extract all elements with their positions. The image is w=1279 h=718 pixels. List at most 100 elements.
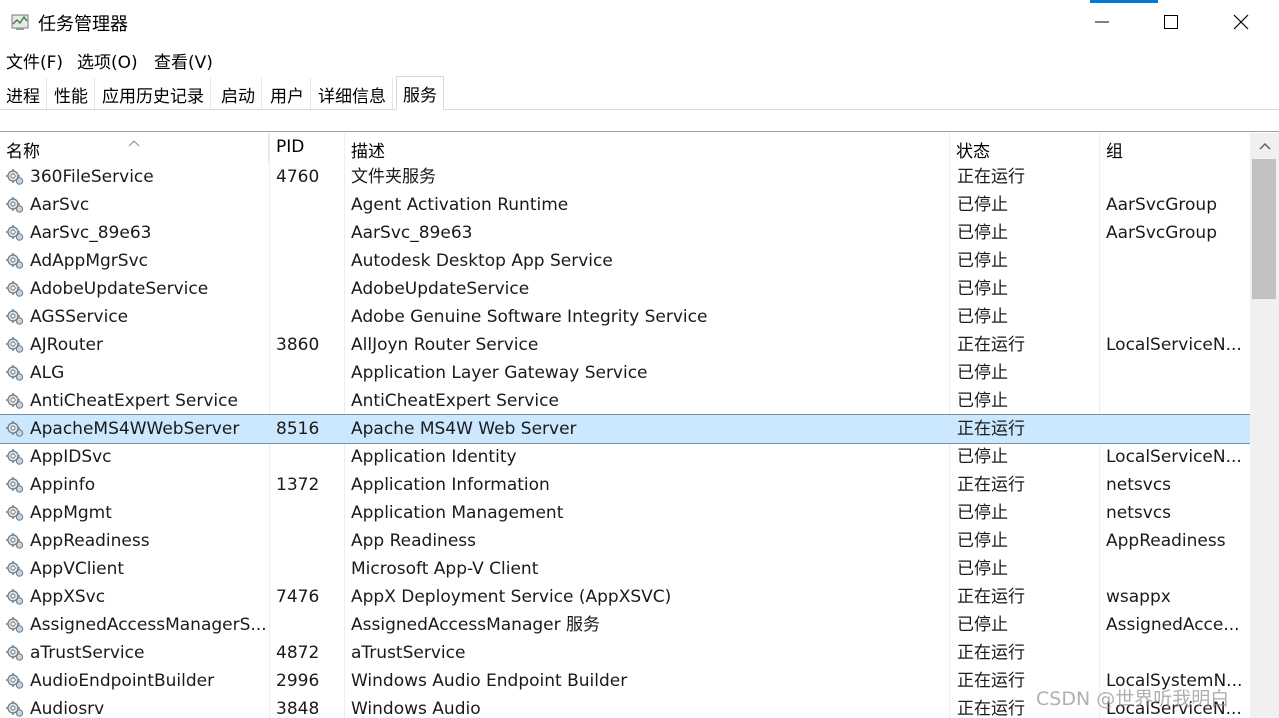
service-group: AarSvcGroup: [1106, 223, 1217, 243]
service-name: AdobeUpdateService: [30, 279, 209, 299]
table-row[interactable]: AarSvc Agent Activation Runtime 已停止 AarSvcG…: [0, 191, 1250, 219]
column-header-pid[interactable]: PID: [270, 133, 345, 163]
service-group: [1106, 275, 1246, 303]
service-name: AJRouter: [30, 335, 103, 355]
column-header-description[interactable]: 描述: [345, 133, 950, 163]
menu-view[interactable]: 查看(V): [154, 48, 213, 73]
service-name: ALG: [30, 363, 65, 383]
tab-details[interactable]: 详细信息: [312, 78, 393, 109]
service-description: aTrustService: [351, 643, 466, 663]
table-row[interactable]: 360FileService 4760 文件夹服务 正在运行: [0, 163, 1250, 191]
table-row[interactable]: Appinfo 1372 Application Information 正在运行 ne…: [0, 471, 1250, 499]
service-pid: [276, 359, 342, 387]
service-description: AssignedAccessManager 服务: [351, 615, 600, 635]
service-pid: 4872: [276, 643, 320, 663]
service-description: AntiCheatExpert Service: [351, 391, 559, 411]
service-pid: [276, 499, 342, 527]
table-row[interactable]: ApacheMS4WWebServer 8516 Apache MS4W Web S…: [0, 414, 1250, 444]
service-status: 已停止: [957, 447, 1008, 467]
service-description: App Readiness: [351, 531, 477, 551]
service-gear-icon: [5, 616, 25, 634]
tab-users[interactable]: 用户: [264, 78, 311, 109]
table-row[interactable]: AppXSvc 7476 AppX Deployment Service (AppX…: [0, 583, 1250, 611]
service-gear-icon: [5, 700, 25, 718]
maximize-button[interactable]: [1136, 0, 1206, 44]
service-name: AarSvc: [30, 195, 90, 215]
table-row[interactable]: AntiCheatExpert Service AntiCheatExpert S…: [0, 387, 1250, 415]
tab-services[interactable]: 服务: [396, 76, 444, 110]
service-pid: [276, 191, 342, 219]
service-status: 已停止: [957, 195, 1008, 215]
tab-performance[interactable]: 性能: [48, 78, 95, 109]
column-header-status[interactable]: 状态: [950, 133, 1100, 163]
service-status: 已停止: [957, 307, 1008, 327]
service-group: LocalServiceN...: [1106, 447, 1242, 467]
service-status: 已停止: [957, 279, 1008, 299]
service-description: Application Information: [351, 475, 550, 495]
service-status: 已停止: [957, 391, 1008, 411]
service-description: AllJoyn Router Service: [351, 335, 539, 355]
table-row[interactable]: AGSService Adobe Genuine Software Integri…: [0, 303, 1250, 331]
close-button[interactable]: [1206, 0, 1276, 44]
table-row[interactable]: AssignedAccessManagerS... AssignedAccessM…: [0, 611, 1250, 639]
service-description: Application Identity: [351, 447, 517, 467]
table-row[interactable]: AdobeUpdateService AdobeUpdateService 已停止: [0, 275, 1250, 303]
task-manager-icon: [10, 12, 32, 32]
service-gear-icon: [5, 392, 25, 410]
close-icon: [1233, 14, 1249, 30]
sort-ascending-icon: [128, 133, 140, 147]
table-row[interactable]: aTrustService 4872 aTrustService 正在运行: [0, 639, 1250, 667]
table-row[interactable]: AppReadiness App Readiness 已停止 AppReadiness: [0, 527, 1250, 555]
service-gear-icon: [5, 280, 25, 298]
scroll-thumb[interactable]: [1252, 159, 1276, 299]
service-pid: 2996: [276, 671, 320, 691]
service-group: [1106, 359, 1246, 387]
service-pid: [276, 443, 342, 471]
service-gear-icon: [5, 560, 25, 578]
service-pid: 3860: [276, 335, 320, 355]
service-description: Windows Audio Endpoint Builder: [351, 671, 628, 691]
watermark-text: CSDN @世界听我明白: [1036, 688, 1230, 710]
service-gear-icon: [5, 588, 25, 606]
table-row[interactable]: AppVClient Microsoft App-V Client 已停止: [0, 555, 1250, 583]
service-pid: 7476: [276, 587, 320, 607]
service-description: AarSvc_89e63: [351, 223, 473, 243]
menu-options[interactable]: 选项(O): [77, 48, 138, 73]
service-name: AppReadiness: [30, 531, 150, 551]
service-description: AppX Deployment Service (AppXSVC): [351, 587, 672, 607]
service-gear-icon: [5, 308, 25, 326]
service-description: Apache MS4W Web Server: [351, 419, 577, 439]
table-row[interactable]: AppMgmt Application Management 已停止 netsvcs: [0, 499, 1250, 527]
service-group: [1106, 639, 1246, 667]
service-pid: [276, 303, 342, 331]
service-pid: [276, 611, 342, 639]
service-group: [1106, 415, 1246, 443]
service-name: aTrustService: [30, 643, 145, 663]
service-gear-icon: [5, 420, 25, 438]
service-group: wsappx: [1106, 587, 1171, 607]
vertical-scrollbar[interactable]: [1250, 133, 1279, 718]
menu-file[interactable]: 文件(F): [6, 48, 63, 73]
table-row[interactable]: ALG Application Layer Gateway Service 已停止: [0, 359, 1250, 387]
table-row[interactable]: AppIDSvc Application Identity 已停止 LocalServ…: [0, 443, 1250, 471]
tab-startup[interactable]: 启动: [215, 78, 262, 109]
minimize-button[interactable]: [1067, 0, 1137, 44]
title-bar: 任务管理器: [0, 0, 1279, 44]
service-pid: 4760: [276, 167, 320, 187]
scroll-up-arrow-icon[interactable]: [1250, 133, 1279, 159]
table-row[interactable]: AarSvc_89e63 AarSvc_89e63 已停止 AarSvcGroup: [0, 219, 1250, 247]
service-pid: [276, 275, 342, 303]
service-gear-icon: [5, 504, 25, 522]
table-row[interactable]: AJRouter 3860 AllJoyn Router Service 正在运行 Lo…: [0, 331, 1250, 359]
service-description: 文件夹服务: [351, 167, 436, 187]
service-group: AarSvcGroup: [1106, 195, 1217, 215]
tab-processes[interactable]: 进程: [0, 78, 47, 109]
service-status: 已停止: [957, 503, 1008, 523]
column-header-group[interactable]: 组: [1100, 133, 1250, 163]
service-group: [1106, 303, 1246, 331]
service-description: Agent Activation Runtime: [351, 195, 569, 215]
tab-app-history[interactable]: 应用历史记录: [96, 78, 211, 109]
service-status: 已停止: [957, 363, 1008, 383]
table-row[interactable]: AdAppMgrSvc Autodesk Desktop App Service 已…: [0, 247, 1250, 275]
service-pid: [276, 387, 342, 415]
